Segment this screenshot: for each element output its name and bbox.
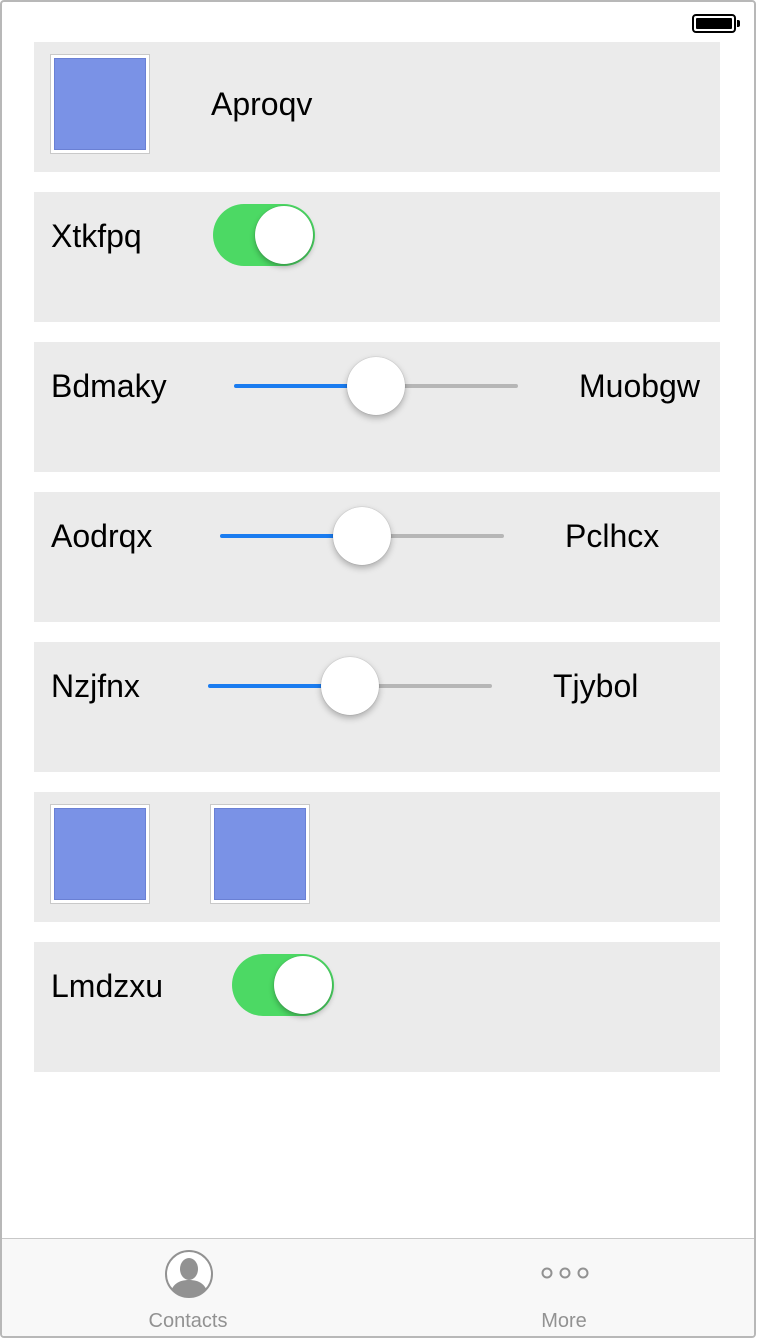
slider-max-label: Tjybol [553, 668, 639, 704]
tab-label: More [541, 1310, 587, 1332]
status-bar [2, 2, 754, 42]
toggle-switch[interactable] [232, 954, 334, 1016]
slider-row-aodrqx: Aodrqx Pclhcx [34, 492, 720, 622]
slider-thumb[interactable] [347, 357, 405, 415]
switch-label: Lmdzxu [51, 968, 164, 1004]
switch-row-lmdzxu: Lmdzxu [34, 942, 720, 1072]
value-slider[interactable] [220, 506, 504, 566]
slider-min-label: Nzjfnx [51, 668, 140, 704]
app-screen: Aproqv Xtkfpq Bdmaky Muobgw Aodrqx Pclhc… [0, 0, 756, 1338]
switch-knob [255, 206, 313, 264]
slider-row-bdmaky: Bdmaky Muobgw [34, 342, 720, 472]
more-icon [541, 1267, 589, 1279]
image-label-row: Aproqv [34, 42, 720, 172]
slider-row-nzjfnx: Nzjfnx Tjybol [34, 642, 720, 772]
tab-label: Contacts [148, 1310, 228, 1332]
switch-knob [274, 956, 332, 1014]
switch-label: Xtkfpq [51, 218, 142, 254]
image-pair-row [34, 792, 720, 922]
tab-more[interactable]: More [464, 1239, 664, 1336]
tab-bar: Contacts More [2, 1238, 754, 1336]
battery-full-icon [692, 14, 736, 33]
image-thumbnail [50, 804, 150, 904]
contacts-icon [165, 1250, 213, 1298]
image-thumbnail [210, 804, 310, 904]
image-row-label: Aproqv [211, 86, 313, 122]
battery-tip [737, 20, 740, 27]
toggle-switch[interactable] [213, 204, 315, 266]
slider-max-label: Muobgw [579, 368, 700, 404]
slider-min-label: Aodrqx [51, 518, 153, 554]
slider-thumb[interactable] [321, 657, 379, 715]
value-slider[interactable] [208, 656, 492, 716]
switch-row-xtkfpq: Xtkfpq [34, 192, 720, 322]
tab-contacts[interactable]: Contacts [88, 1239, 288, 1336]
slider-min-label: Bdmaky [51, 368, 167, 404]
slider-max-label: Pclhcx [565, 518, 660, 554]
slider-thumb[interactable] [333, 507, 391, 565]
value-slider[interactable] [234, 356, 518, 416]
image-thumbnail [50, 54, 150, 154]
